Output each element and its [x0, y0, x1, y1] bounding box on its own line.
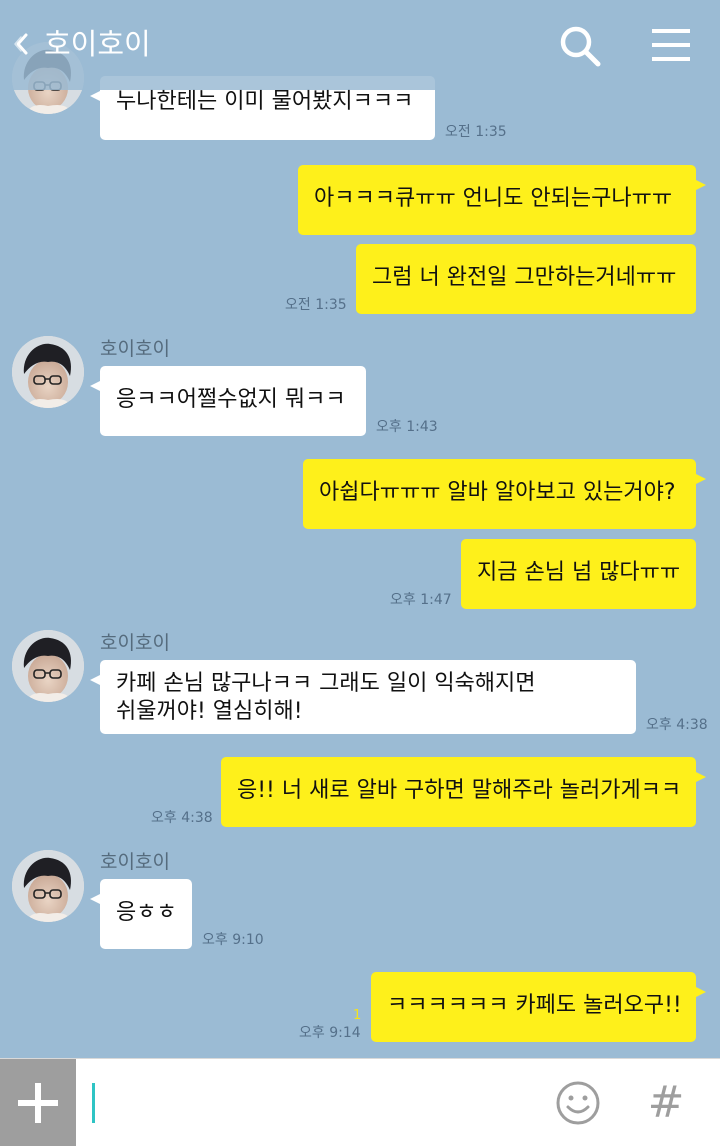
message-bubble-outgoing[interactable]: 아쉽다ㅠㅠㅠ 알바 알아보고 있는거야? [303, 459, 706, 529]
chevron-left-icon[interactable] [10, 27, 34, 61]
message-bubble-incoming[interactable]: 응ㅎㅎ [90, 879, 192, 949]
message-time: 오후 4:38 [646, 717, 708, 733]
message-time: 오전 1:35 [445, 124, 507, 140]
hashtag-button[interactable]: # [646, 1075, 686, 1131]
message-bubble-outgoing[interactable]: 지금 손님 넘 많다ㅠㅠ [461, 539, 696, 609]
avatar[interactable] [12, 630, 84, 702]
message-bubble-outgoing[interactable]: 응!! 너 새로 알바 구하면 말해주라 놀러가게ㅋㅋ [221, 757, 706, 827]
sender-name: 호이호이 [100, 338, 170, 360]
chat-header: 호이호이 [0, 0, 720, 90]
message-bubble-incoming[interactable]: 응ㅋㅋ어쩔수없지 뭐ㅋㅋ [90, 366, 366, 436]
message-time: 오후 1:47 [390, 592, 452, 608]
message-bubble-outgoing[interactable]: ㅋㅋㅋㅋㅋㅋ 카페도 놀러오구!! [371, 972, 706, 1042]
message-bubble-incoming[interactable]: 카페 손님 많구나ㅋㅋ 그래도 일이 익숙해지면 쉬울꺼야! 열심히해! [90, 660, 636, 734]
avatar[interactable] [12, 850, 84, 922]
message-text: 지금 손님 넘 많다ㅠㅠ [477, 560, 681, 585]
message-text: 아쉽다ㅠㅠㅠ 알바 알아보고 있는거야? [319, 480, 676, 505]
avatar[interactable] [12, 336, 84, 408]
chat-room-title[interactable]: 호이호이 [44, 24, 151, 64]
message-text: ㅋㅋㅋㅋㅋㅋ 카페도 놀러오구!! [387, 993, 682, 1018]
message-text-line: 카페 손님 많구나ㅋㅋ 그래도 일이 익숙해지면 [116, 671, 536, 696]
message-bubble-outgoing[interactable]: 그럼 너 완전일 그만하는거네ㅠㅠ [356, 244, 696, 314]
message-text: 응ㅋㅋ어쩔수없지 뭐ㅋㅋ [116, 387, 346, 412]
message-text-line: 쉬울꺼야! 열심히해! [116, 699, 303, 724]
avatar-photo [12, 630, 84, 702]
message-time: 오후 4:38 [151, 810, 213, 826]
message-bubble-outgoing[interactable]: 아ㅋㅋㅋ큐ㅠㅠ 언니도 안되는구나ㅠㅠ [298, 165, 706, 235]
hamburger-menu-icon[interactable] [650, 26, 692, 64]
chat-area[interactable]: 누나한테는 이미 물어봤지ㅋㅋㅋ 오전 1:35 아ㅋㅋㅋ큐ㅠㅠ 언니도 안되는… [0, 0, 720, 1058]
message-text: 그럼 너 완전일 그만하는거네ㅠㅠ [372, 265, 677, 290]
avatar-photo [12, 850, 84, 922]
message-text: 응!! 너 새로 알바 구하면 말해주라 놀러가게ㅋㅋ [237, 778, 682, 803]
message-input[interactable] [84, 1073, 534, 1133]
message-time: 오후 1:43 [376, 419, 438, 435]
sender-name: 호이호이 [100, 851, 170, 873]
avatar-photo [12, 336, 84, 408]
search-icon[interactable] [558, 24, 602, 68]
message-time: 오후 9:10 [202, 932, 264, 948]
back-chevron-glyph [14, 33, 28, 55]
message-text: 누나한테는 이미 물어봤지ㅋㅋㅋ [116, 89, 414, 114]
message-time: 오후 9:14 [299, 1025, 361, 1041]
plus-button[interactable] [0, 1059, 76, 1146]
message-text: 아ㅋㅋㅋ큐ㅠㅠ 언니도 안되는구나ㅠㅠ [314, 186, 673, 211]
message-text: 응ㅎㅎ [116, 900, 177, 925]
sender-name: 호이호이 [100, 632, 170, 654]
text-cursor [92, 1083, 95, 1123]
smiley-icon[interactable] [554, 1079, 602, 1127]
message-time: 오전 1:35 [285, 297, 347, 313]
unread-count: 1 [353, 1008, 362, 1023]
message-input-bar: # [0, 1058, 720, 1146]
plus-icon [18, 1083, 58, 1123]
